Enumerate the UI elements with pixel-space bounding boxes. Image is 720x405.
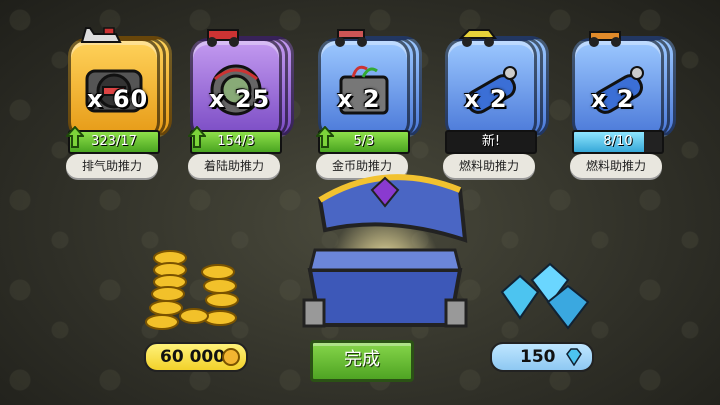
card-count: x 2 [337,85,381,113]
atv-icon [335,29,367,47]
card-progress-text: 8/10 [603,134,633,149]
booster-card-fuel[interactable]: x 2 8/10 燃料助推力 [570,31,676,178]
card-label: 着陆助推力 [188,154,280,178]
card-count: x 25 [209,85,271,113]
done-button[interactable]: 完成 [310,340,414,382]
card-face: x 2 [445,38,537,140]
coin-pile-icon [145,250,239,330]
card-progress-bar: 新! [445,130,537,154]
card-progress-bar: 8/10 [572,130,664,154]
gem-pile-icon [500,262,590,330]
coins-reward-pill: 60 000 [144,342,248,372]
card-label: 排气助推力 [66,154,158,178]
card-count: x 60 [87,85,149,113]
gems-amount: 150 [520,347,556,367]
gem-icon [566,348,582,366]
card-face: x 2 [318,38,410,140]
booster-card-exhaust[interactable]: x 60 323/17 排气助推力 [66,27,172,178]
upgrade-arrow-icon [316,126,334,148]
buggy-icon [207,29,239,47]
coin-icon [222,348,240,366]
coins-amount: 60 000 [160,347,226,367]
upgrade-arrow-icon [188,126,206,148]
booster-card-coin[interactable]: x 2 5/3 金币助推力 [316,29,422,178]
card-face: x 25 [190,38,282,140]
card-count: x 2 [464,85,508,113]
card-progress-text: 新! [481,134,501,149]
upgrade-arrow-icon [66,126,84,148]
booster-card-landing[interactable]: x 25 154/3 着陆助推力 [188,29,294,178]
gems-reward-pill: 150 [490,342,594,372]
card-label: 燃料助推力 [570,154,662,178]
card-count: x 2 [591,85,635,113]
tow-truck-icon [589,31,621,47]
treasure-chest-icon [302,174,468,328]
booster-card-fuel-new[interactable]: x 2 新! 燃料助推力 [443,29,549,178]
snowmobile-icon [80,27,122,43]
dune-buggy-icon [458,29,497,47]
card-face: x 2 [572,38,664,140]
card-face: x 60 [68,38,160,140]
